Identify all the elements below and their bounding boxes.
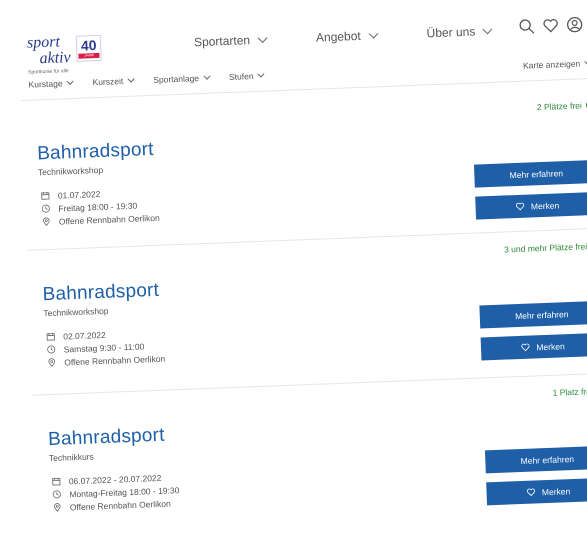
filter-label: Kurszeit [92,76,123,87]
clock-icon [41,204,50,213]
nav-ueber-uns[interactable]: Über uns [426,24,489,40]
course-meta: 02.07.2022 Samstag 9:30 - 11:00 Offene R… [46,326,165,369]
divider [32,372,587,396]
divider [27,227,587,251]
course-title[interactable]: Bahnradsport [42,280,159,306]
bookmark-button[interactable]: Merken [486,478,587,506]
availability-text: 1 Platz frei [552,386,587,398]
course-date: 02.07.2022 [63,329,106,341]
filter-kurszeit[interactable]: Kurszeit [92,76,131,87]
location-pin-icon [53,503,62,512]
filter-sportanlage[interactable]: Sportanlage [153,73,207,85]
bookmark-button[interactable]: Merken [481,333,587,361]
course-card: 1 Platz frei Bahnradsport Technikkurs 06… [41,386,587,408]
search-icon[interactable] [518,18,535,35]
calendar-icon [52,477,61,486]
nav-label: Sportarten [194,33,251,49]
heart-icon [521,343,530,352]
course-location: Offene Rennbahn Oerlikon [64,353,165,367]
user-icon[interactable] [566,16,583,33]
chevron-down-icon [483,24,493,34]
badge-number: 40 [81,38,97,53]
location-pin-icon [42,217,51,226]
filter-bar: Kurstage Kurszeit Sportanlage Stufen Kar… [28,58,587,90]
chevron-down-icon [67,77,74,84]
chevron-down-icon [368,28,378,38]
filter-stufen[interactable]: Stufen [229,71,262,82]
filter-label: Kurstage [28,78,62,89]
anniversary-badge: 40 JAHRE [76,35,102,62]
course-location: Offene Rennbahn Oerlikon [59,212,160,226]
course-subtitle: Technikworkshop [43,306,109,318]
availability-badge: 2 Plätze frei [537,100,587,112]
heart-icon[interactable] [542,17,559,34]
heart-icon [527,487,536,496]
heart-icon [516,202,525,211]
course-date: 01.07.2022 [58,188,101,200]
availability-badge: 1 Platz frei [552,386,587,398]
course-card: 3 und mehr Plätze frei Bahnradsport Tech… [35,241,587,263]
filter-label: Sportanlage [153,73,199,85]
course-subtitle: Technikworkshop [38,165,104,177]
logo[interactable]: sport aktiv Sportkurse für alle 40 JAHRE [27,33,103,76]
nav-sportarten[interactable]: Sportarten [194,33,265,50]
main-nav: Sportarten Angebot Über uns [194,24,490,49]
button-label: Mehr erfahren [515,309,569,321]
button-label: Mehr erfahren [509,168,563,180]
header-icons [518,16,583,34]
calendar-icon [46,332,55,341]
more-info-button[interactable]: Mehr erfahren [474,160,587,188]
nav-label: Über uns [426,24,475,40]
chevron-down-icon [258,33,268,43]
nav-angebot[interactable]: Angebot [316,28,375,44]
course-location: Offene Rennbahn Oerlikon [70,498,171,512]
availability-badge: 3 und mehr Plätze frei [504,241,587,255]
map-toggle-label: Karte anzeigen [523,58,581,70]
calendar-icon [41,191,50,200]
chevron-down-icon [203,72,210,79]
logo-tagline: Sportkurse für alle [28,69,71,76]
button-label: Mehr erfahren [520,453,574,465]
badge-text: JAHRE [79,53,100,59]
course-meta: 06.07.2022 - 20.07.2022 Montag-Freitag 1… [52,470,180,514]
button-label: Merken [531,200,560,211]
availability-text: 3 und mehr Plätze frei [504,241,587,254]
bookmark-button[interactable]: Merken [475,192,587,220]
logo-aktiv: aktiv [39,50,71,67]
clock-icon [52,490,61,499]
filter-kurstage[interactable]: Kurstage [28,78,70,90]
chevron-down-icon [127,75,134,82]
course-title[interactable]: Bahnradsport [37,139,154,165]
map-toggle[interactable]: Karte anzeigen [523,58,587,70]
location-pin-icon [47,358,56,367]
more-info-button[interactable]: Mehr erfahren [479,301,587,329]
button-label: Merken [542,486,571,497]
course-title[interactable]: Bahnradsport [48,425,165,451]
course-card: 2 Plätze frei Bahnradsport Technikworksh… [30,100,587,122]
availability-text: 2 Plätze frei [537,100,582,112]
button-label: Merken [536,341,565,352]
filter-label: Stufen [229,71,254,82]
nav-label: Angebot [316,29,361,45]
chevron-down-icon [258,70,265,77]
course-subtitle: Technikkurs [49,451,94,463]
more-info-button[interactable]: Mehr erfahren [485,446,587,474]
clock-icon [47,345,56,354]
page: sport aktiv Sportkurse für alle 40 JAHRE… [18,0,587,548]
course-meta: 01.07.2022 Freitag 18:00 - 19:30 Offene … [41,185,160,228]
